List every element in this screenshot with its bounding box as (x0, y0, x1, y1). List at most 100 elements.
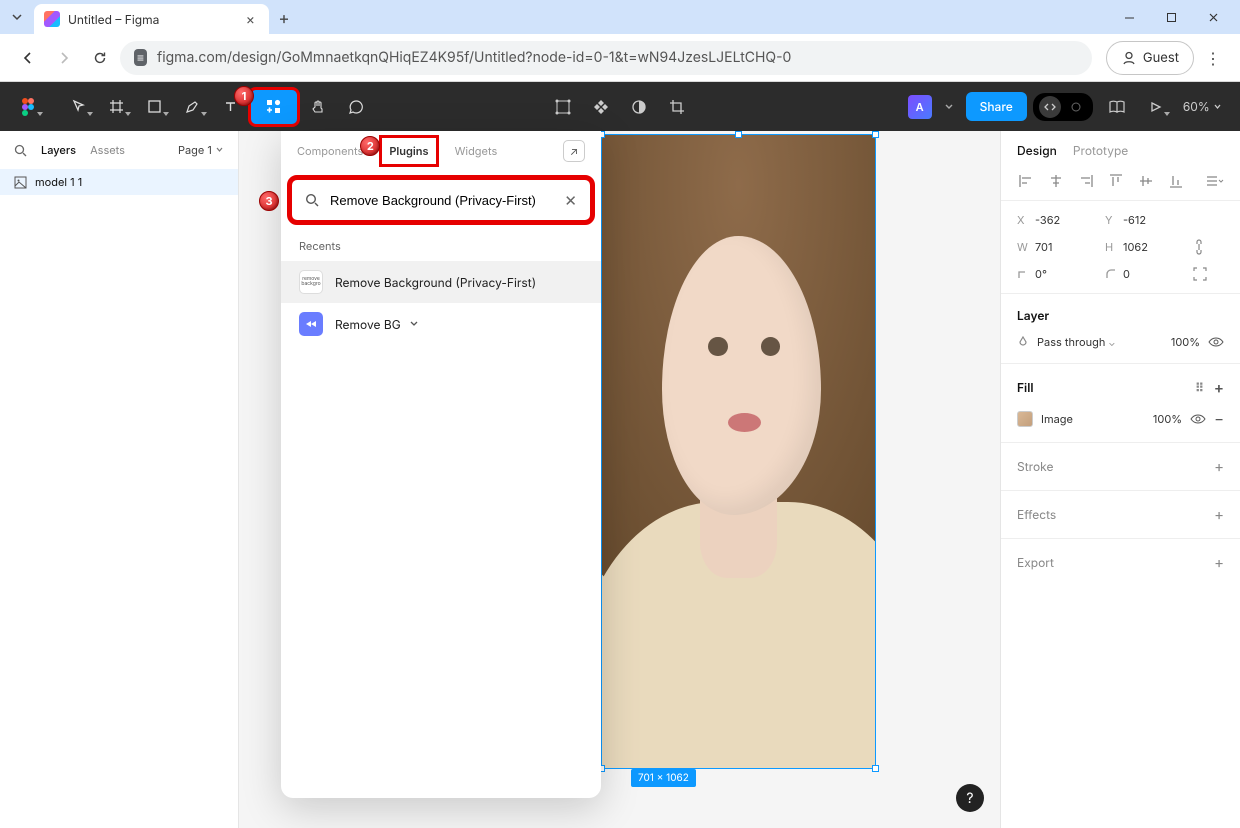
tab-list-dropdown[interactable] (0, 0, 34, 34)
align-left-icon[interactable] (1017, 174, 1035, 188)
tab-components[interactable]: Components (297, 144, 363, 158)
share-button[interactable]: Share (966, 92, 1027, 121)
h-label: H (1105, 240, 1123, 254)
styles-icon[interactable]: ⠿ (1195, 380, 1204, 395)
w-input[interactable]: 701 (1035, 240, 1105, 254)
pop-out-icon[interactable]: ↗ (563, 140, 585, 162)
add-fill-icon[interactable]: + (1214, 378, 1224, 397)
help-button[interactable]: ? (956, 784, 984, 812)
dev-mode-toggle[interactable] (1033, 93, 1093, 121)
add-effect-icon[interactable]: + (1214, 505, 1224, 524)
tab-design[interactable]: Design (1017, 143, 1057, 158)
layer-section-title: Layer (1017, 308, 1049, 323)
nav-reload-button[interactable] (84, 42, 116, 74)
align-vcenter-icon[interactable] (1137, 174, 1155, 188)
avatar-chevron[interactable] (934, 89, 964, 125)
add-stroke-icon[interactable]: + (1214, 457, 1224, 476)
nav-forward-button[interactable] (48, 42, 80, 74)
selection-size-badge: 701 × 1062 (631, 769, 696, 787)
visibility-icon[interactable] (1208, 336, 1224, 348)
rotation-input[interactable]: 0° (1035, 267, 1105, 281)
opacity-input[interactable]: 100% (1171, 335, 1200, 349)
tab-layers[interactable]: Layers (41, 143, 76, 157)
plugin-icon (299, 312, 323, 336)
person-icon (1121, 50, 1137, 66)
add-export-icon[interactable]: + (1214, 553, 1224, 572)
comment-tool-button[interactable] (338, 89, 374, 125)
recent-plugin-item[interactable]: removebackgro Remove Background (Privacy… (281, 261, 601, 303)
independent-corners-icon[interactable] (1193, 267, 1213, 281)
pen-tool-button[interactable] (174, 89, 210, 125)
blend-mode-dropdown[interactable]: Pass through ⌄ (1037, 335, 1115, 349)
radius-input[interactable]: 0 (1123, 267, 1193, 281)
recents-header: Recents (281, 229, 601, 261)
crop-button[interactable] (659, 89, 695, 125)
tab-widgets[interactable]: Widgets (455, 144, 498, 158)
create-component-button[interactable] (583, 89, 619, 125)
align-hcenter-icon[interactable] (1047, 174, 1065, 188)
selected-image[interactable] (601, 134, 876, 769)
align-top-icon[interactable] (1107, 174, 1125, 188)
align-right-icon[interactable] (1077, 174, 1095, 188)
play-icon (1148, 100, 1162, 114)
move-tool-button[interactable] (60, 89, 96, 125)
x-input[interactable]: -362 (1035, 213, 1105, 227)
align-bottom-icon[interactable] (1167, 174, 1185, 188)
transform-properties: X -362 Y -612 W 701 H 1062 0° 0 (1001, 201, 1240, 294)
x-label: X (1017, 213, 1035, 227)
mask-button[interactable] (621, 89, 657, 125)
tidy-icon[interactable] (1206, 174, 1224, 188)
fill-section: Fill ⠿ + Image 100% − (1001, 364, 1240, 443)
zoom-dropdown[interactable]: 60% (1175, 99, 1230, 114)
address-bar[interactable]: ≡ figma.com/design/GoMmnaetkqnQHiqEZ4K95… (120, 41, 1092, 75)
library-button[interactable] (1099, 89, 1135, 125)
shape-tool-button[interactable] (136, 89, 172, 125)
resize-handle[interactable] (735, 131, 742, 138)
frame-tool-button[interactable] (98, 89, 134, 125)
export-section: Export + (1001, 539, 1240, 586)
h-input[interactable]: 1062 (1123, 240, 1193, 254)
fill-thumbnail[interactable] (1017, 411, 1033, 427)
plugin-search-input[interactable] (330, 193, 554, 208)
fill-type-label[interactable]: Image (1041, 412, 1073, 426)
figma-menu-button[interactable] (10, 89, 46, 125)
resize-handle[interactable] (872, 131, 879, 138)
window-close-button[interactable] (1192, 0, 1234, 34)
chevron-down-icon (409, 319, 419, 329)
tab-close-icon[interactable]: × (242, 11, 259, 28)
browser-menu-button[interactable]: ⋮ (1198, 42, 1228, 74)
canvas[interactable]: 701 × 1062 Components Plugins 2 Widgets … (239, 131, 1000, 828)
layer-row[interactable]: model 1 1 (0, 169, 238, 195)
user-avatar[interactable]: A (908, 95, 932, 119)
window-maximize-button[interactable] (1150, 0, 1192, 34)
nav-back-button[interactable] (12, 42, 44, 74)
page-dropdown[interactable]: Page 1 (178, 143, 224, 157)
window-minimize-button[interactable] (1108, 0, 1150, 34)
hand-tool-button[interactable] (300, 89, 336, 125)
fill-opacity-input[interactable]: 100% (1153, 412, 1182, 426)
visibility-icon[interactable] (1190, 413, 1206, 425)
rectangle-icon (147, 99, 162, 114)
site-settings-icon[interactable]: ≡ (134, 49, 147, 66)
profile-chip[interactable]: Guest (1106, 41, 1194, 75)
present-button[interactable] (1137, 89, 1173, 125)
constrain-icon[interactable] (1193, 239, 1213, 255)
edit-object-button[interactable] (545, 89, 581, 125)
url-text: figma.com/design/GoMmnaetkqnQHiqEZ4K95f/… (157, 49, 791, 66)
browser-tab[interactable]: Untitled – Figma × (34, 4, 269, 34)
recent-plugin-item[interactable]: Remove BG (281, 303, 601, 345)
resources-tool-button[interactable] (250, 89, 298, 125)
resize-handle[interactable] (872, 765, 879, 772)
tab-plugins[interactable]: Plugins (381, 137, 436, 165)
left-panel: Layers Assets Page 1 model 1 1 (0, 131, 239, 828)
new-tab-button[interactable]: + (269, 4, 299, 34)
search-icon[interactable] (14, 144, 27, 157)
remove-fill-icon[interactable]: − (1214, 409, 1224, 428)
tab-prototype[interactable]: Prototype (1073, 143, 1128, 158)
resources-icon (265, 98, 283, 116)
y-input[interactable]: -612 (1123, 213, 1193, 227)
clear-search-icon[interactable]: ✕ (564, 191, 577, 210)
tab-assets[interactable]: Assets (90, 143, 125, 157)
search-icon (305, 193, 320, 208)
stroke-section-title: Stroke (1017, 459, 1053, 474)
